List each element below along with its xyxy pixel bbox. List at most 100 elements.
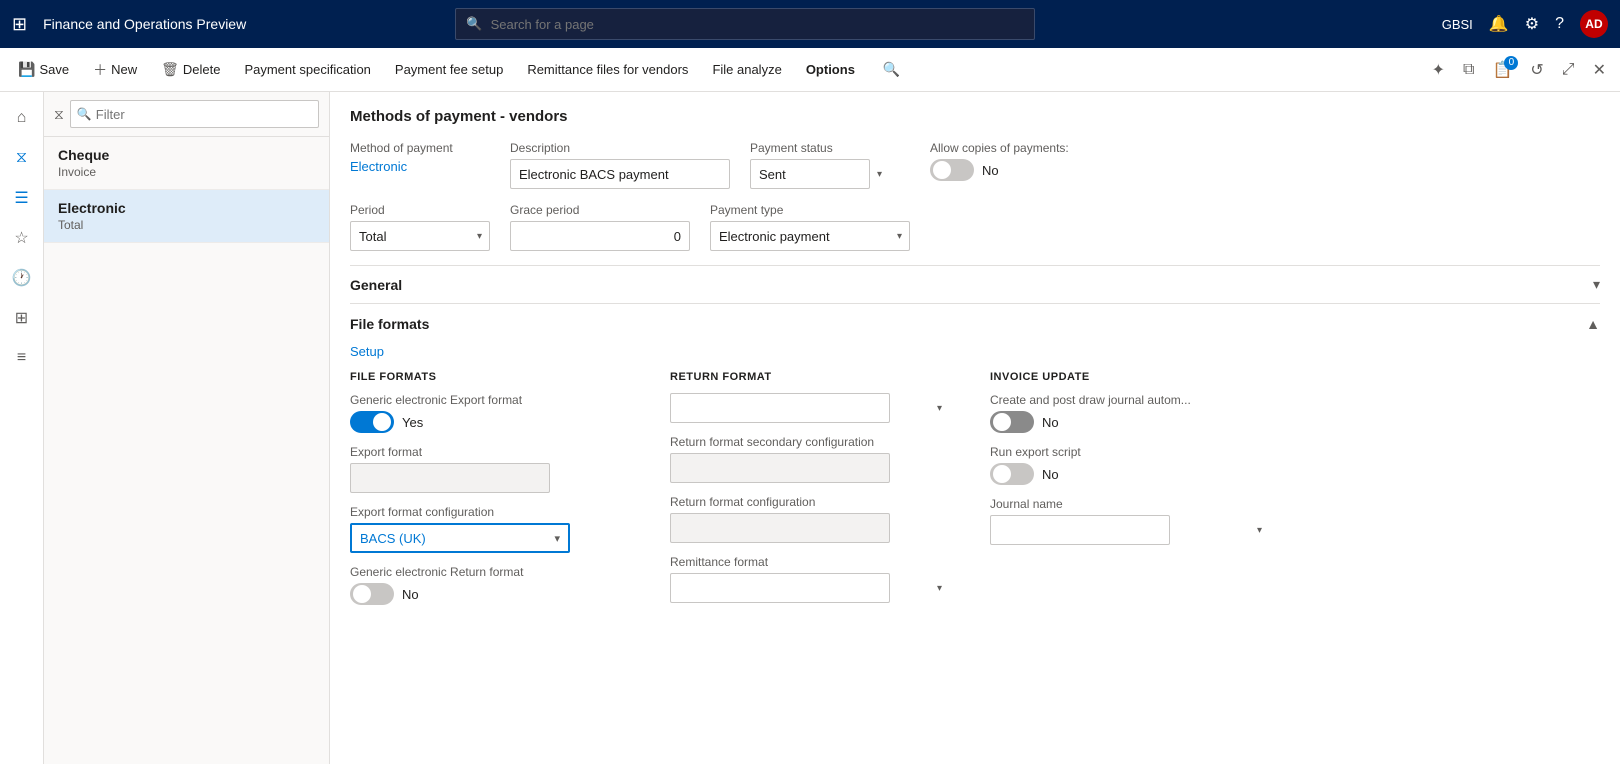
- create-post-value: No: [1042, 415, 1059, 430]
- page-title: Methods of payment - vendors: [350, 108, 1600, 125]
- generic-export-toggle[interactable]: [350, 411, 394, 433]
- open-new-window-icon-btn[interactable]: ⧉: [1457, 57, 1480, 83]
- new-icon: ＋: [93, 60, 107, 80]
- remittance-format-select-wrap: ▾: [670, 573, 950, 603]
- options-button[interactable]: Options: [796, 56, 865, 83]
- refresh-icon-btn[interactable]: ↺: [1524, 56, 1549, 84]
- allow-copies-toggle-wrap: No: [930, 159, 1070, 181]
- setup-link[interactable]: Setup: [350, 344, 384, 359]
- allow-copies-group: Allow copies of payments: No: [930, 141, 1070, 189]
- journal-name-label: Journal name: [990, 497, 1270, 511]
- export-format-config-label: Export format configuration: [350, 505, 630, 519]
- file-formats-col: FILE FORMATS Generic electronic Export f…: [350, 371, 630, 617]
- main-layout: ⌂ ⧖ ☰ ☆ 🕐 ⊞ ≡ ⧖ 🔍 Cheque Invoice Electro…: [0, 92, 1620, 764]
- general-section-collapse-btn[interactable]: ▾: [1593, 276, 1600, 293]
- generic-export-row: Generic electronic Export format Yes: [350, 393, 630, 433]
- personalize-icon-btn[interactable]: ✦: [1426, 56, 1451, 84]
- top-right-controls: GBSI 🔔 ⚙ ? AD: [1442, 10, 1608, 38]
- method-of-payment-value[interactable]: Electronic: [350, 159, 490, 174]
- run-export-toggle[interactable]: [990, 463, 1034, 485]
- payment-type-select-wrap: Electronic payment Check Other ▾: [710, 221, 910, 251]
- sidebar-chart-icon[interactable]: ≡: [4, 340, 40, 376]
- export-format-row: Export format: [350, 445, 630, 493]
- journal-name-select[interactable]: [990, 515, 1170, 545]
- delete-button[interactable]: 🗑 Delete: [151, 55, 230, 84]
- generic-return-toggle[interactable]: [350, 583, 394, 605]
- list-item-selected[interactable]: Electronic Total: [44, 190, 329, 243]
- invoice-update-col: INVOICE UPDATE Create and post draw jour…: [990, 371, 1270, 617]
- filter-search-icon: 🔍: [77, 107, 92, 121]
- generic-return-label: Generic electronic Return format: [350, 565, 630, 579]
- journal-name-chevron: ▾: [1257, 525, 1262, 536]
- command-search-button[interactable]: 🔍: [873, 55, 910, 84]
- file-analyze-button[interactable]: File analyze: [702, 56, 791, 83]
- app-title: Finance and Operations Preview: [43, 16, 246, 32]
- sidebar-list-icon[interactable]: ☰: [4, 180, 40, 216]
- return-format-secondary-row: Return format secondary configuration: [670, 435, 950, 483]
- allow-copies-toggle[interactable]: [930, 159, 974, 181]
- create-post-toggle-wrap: No: [990, 411, 1270, 433]
- filter-input[interactable]: [96, 107, 312, 122]
- create-post-toggle[interactable]: [990, 411, 1034, 433]
- region-label[interactable]: GBSI: [1442, 17, 1473, 32]
- close-button[interactable]: ✕: [1587, 56, 1612, 84]
- general-section-header[interactable]: General ▾: [350, 265, 1600, 303]
- generic-export-label: Generic electronic Export format: [350, 393, 630, 407]
- return-format-col: Return format ▾ Return format secondary …: [670, 371, 950, 617]
- save-button[interactable]: 💾 Save: [8, 55, 79, 84]
- run-export-value: No: [1042, 467, 1059, 482]
- grace-period-input[interactable]: [510, 221, 690, 251]
- payment-fee-button[interactable]: Payment fee setup: [385, 56, 513, 83]
- description-group: Description: [510, 141, 730, 189]
- period-select[interactable]: Total Invoice Day Week Month: [350, 221, 490, 251]
- return-format-row: ▾: [670, 393, 950, 423]
- export-format-config-input[interactable]: BACS (UK) ▾: [350, 523, 570, 553]
- payment-status-select[interactable]: Sent None Error: [750, 159, 870, 189]
- payment-spec-button[interactable]: Payment specification: [234, 56, 380, 83]
- search-bar[interactable]: 🔍: [455, 8, 1035, 40]
- filter-icon[interactable]: ⧖: [54, 106, 64, 123]
- top-form-row: Method of payment Electronic Description…: [350, 141, 1600, 189]
- file-formats-section: File formats ▲ Setup FILE FORMATS Generi…: [350, 303, 1600, 617]
- sidebar-star-icon[interactable]: ☆: [4, 220, 40, 256]
- grace-period-group: Grace period: [510, 203, 690, 251]
- export-format-config-dropdown-icon[interactable]: ▾: [554, 532, 560, 545]
- new-button[interactable]: ＋ New: [83, 54, 147, 86]
- run-export-toggle-wrap: No: [990, 463, 1270, 485]
- filter-input-wrap[interactable]: 🔍: [70, 100, 319, 128]
- detach-icon-btn[interactable]: ⤢: [1556, 57, 1581, 83]
- list-item[interactable]: Cheque Invoice: [44, 137, 329, 190]
- return-format-config-label: Return format configuration: [670, 495, 950, 509]
- search-input[interactable]: [491, 17, 1025, 32]
- sidebar-filter-icon[interactable]: ⧖: [4, 140, 40, 176]
- filter-bar: ⧖ 🔍: [44, 92, 329, 137]
- create-post-label: Create and post draw journal autom...: [990, 393, 1270, 407]
- return-format-chevron: ▾: [937, 403, 942, 414]
- return-format-select[interactable]: [670, 393, 890, 423]
- user-avatar[interactable]: AD: [1580, 10, 1608, 38]
- sidebar-icons: ⌂ ⧖ ☰ ☆ 🕐 ⊞ ≡: [0, 92, 44, 764]
- sidebar-home-icon[interactable]: ⌂: [4, 100, 40, 136]
- file-formats-columns: FILE FORMATS Generic electronic Export f…: [350, 371, 1600, 617]
- settings-icon[interactable]: ⚙: [1525, 14, 1539, 34]
- payment-type-select[interactable]: Electronic payment Check Other: [710, 221, 910, 251]
- export-format-label: Export format: [350, 445, 630, 459]
- description-input[interactable]: [510, 159, 730, 189]
- app-grid-icon[interactable]: ⊞: [12, 14, 27, 35]
- second-form-row: Period Total Invoice Day Week Month ▾ Gr…: [350, 203, 1600, 251]
- allow-copies-value: No: [982, 163, 999, 178]
- sidebar-clock-icon[interactable]: 🕐: [4, 260, 40, 296]
- file-formats-collapse-btn[interactable]: ▲: [1586, 316, 1600, 332]
- journal-name-row: Journal name ▾: [990, 497, 1270, 545]
- general-section-title: General: [350, 277, 402, 293]
- generic-return-toggle-wrap: No: [350, 583, 630, 605]
- notification-icon[interactable]: 🔔: [1489, 14, 1509, 34]
- help-icon[interactable]: ?: [1555, 15, 1564, 33]
- sidebar-grid-icon[interactable]: ⊞: [4, 300, 40, 336]
- list-panel: ⧖ 🔍 Cheque Invoice Electronic Total: [44, 92, 330, 764]
- notification-badge-btn[interactable]: 📋 0: [1486, 56, 1518, 84]
- search-icon: 🔍: [466, 16, 482, 32]
- cmd-bar-right: ✦ ⧉ 📋 0 ↺ ⤢ ✕: [1426, 56, 1612, 84]
- remittance-format-select[interactable]: [670, 573, 890, 603]
- remittance-button[interactable]: Remittance files for vendors: [517, 56, 698, 83]
